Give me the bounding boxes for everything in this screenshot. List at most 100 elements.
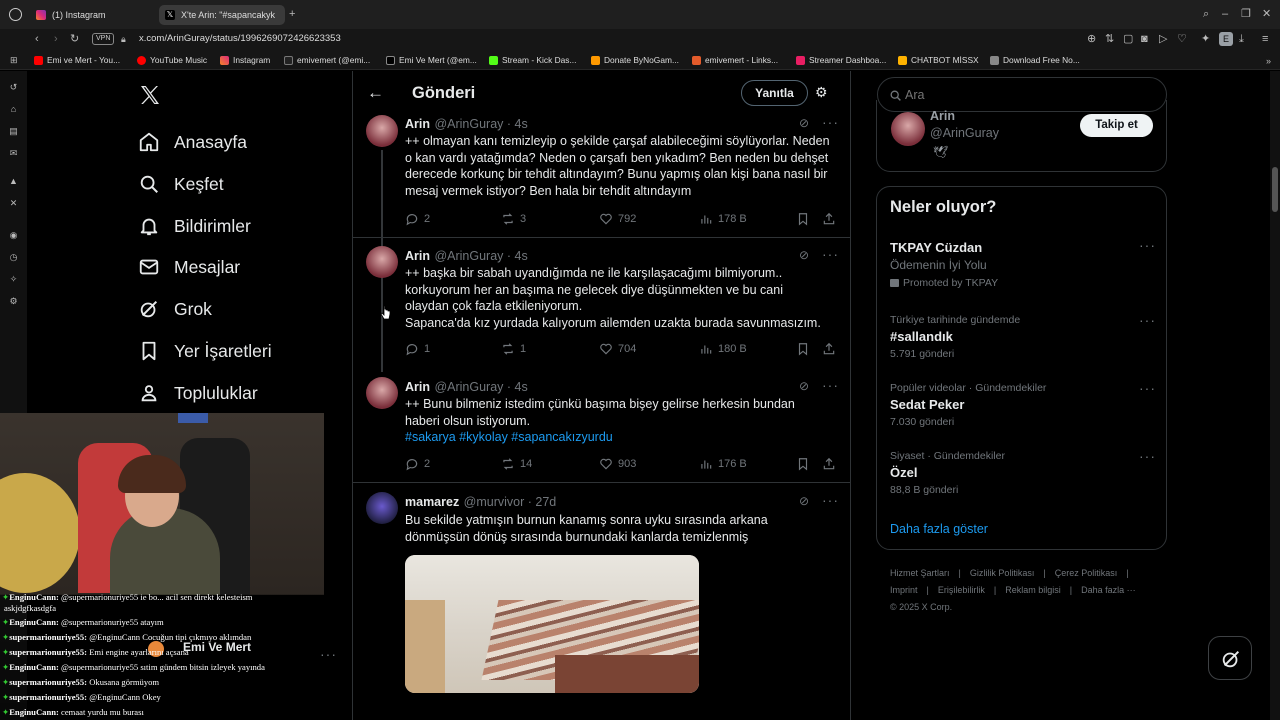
nav-communities[interactable]: Topluluklar — [138, 376, 258, 410]
grok-icon[interactable]: ⊘ — [799, 379, 809, 393]
maximize-icon[interactable]: ❐ — [1241, 8, 1251, 20]
reply-button[interactable]: Yanıtla — [741, 80, 808, 106]
browser-logo-icon[interactable] — [9, 8, 22, 21]
lock-icon[interactable]: 🔒︎ — [121, 33, 126, 45]
views-action[interactable]: 180 B — [699, 342, 747, 356]
footer-link[interactable]: Çerez Politikası — [1055, 568, 1118, 578]
grok-icon[interactable]: ⊘ — [799, 248, 809, 262]
nav-bookmarks[interactable]: Yer İşaretleri — [138, 334, 272, 368]
bookmark-item[interactable]: emivemert - Links... — [692, 53, 778, 67]
profile-name[interactable]: Arin — [930, 109, 955, 123]
bookmark-item[interactable]: Emi ve Mert - You... — [34, 53, 120, 67]
avatar[interactable] — [891, 112, 925, 146]
author-handle[interactable]: @ArinGuray · 4s — [434, 380, 527, 394]
back-icon[interactable]: ‹ — [35, 33, 39, 45]
bookmark-item[interactable]: CHATBOT MİSSX — [898, 53, 979, 67]
repost-action[interactable]: 3 — [501, 212, 526, 226]
share-action[interactable] — [822, 212, 836, 226]
puzzle-icon[interactable]: ✧ — [8, 274, 19, 285]
history-icon[interactable]: ↺ — [8, 82, 19, 93]
more-options-icon[interactable]: ··· — [1139, 237, 1156, 253]
x-logo-icon[interactable] — [138, 83, 162, 112]
bookmarks-icon[interactable]: ⊞ — [10, 54, 18, 66]
mail-icon[interactable]: ✉ — [8, 148, 19, 159]
x-app-icon[interactable]: ✕ — [8, 198, 19, 209]
tweet[interactable]: Arin @ArinGuray · 4s ⊘ ··· ++ olmayan ka… — [352, 114, 851, 238]
wallet-icon[interactable]: ▤ — [8, 126, 19, 137]
author-handle[interactable]: @murvivor · 27d — [464, 495, 557, 509]
footer-link[interactable]: Erişilebilirlik — [938, 585, 985, 595]
more-options-icon[interactable]: ··· — [320, 646, 337, 662]
profile-handle[interactable]: @ArinGuray — [930, 126, 999, 140]
nav-grok[interactable]: Grok — [138, 292, 212, 326]
avatar[interactable] — [366, 377, 398, 409]
heart-icon[interactable]: ♡ — [1177, 33, 1187, 45]
grok-icon[interactable]: ⊘ — [799, 116, 809, 130]
more-options-icon[interactable]: ··· — [822, 377, 839, 393]
bookmark-item[interactable]: Donate ByNoGam... — [591, 53, 679, 67]
trend-item[interactable]: Siyaset · Gündemdekiler Özel 88,8 B gönd… — [877, 443, 1166, 501]
more-options-icon[interactable]: ··· — [1139, 312, 1156, 328]
like-action[interactable]: 903 — [599, 457, 636, 471]
bookmark-item[interactable]: Download Free No... — [990, 53, 1080, 67]
menu-icon[interactable]: ≡ — [1262, 33, 1268, 45]
reply-action[interactable]: 1 — [405, 342, 430, 356]
views-action[interactable]: 176 B — [699, 457, 747, 471]
profile-avatar[interactable]: E — [1219, 32, 1233, 46]
nav-messages[interactable]: Mesajlar — [138, 250, 240, 284]
vpn-badge[interactable]: VPN — [92, 33, 115, 45]
trend-item[interactable]: TKPAY Cüzdan Ödemenin İyi Yolu Promoted … — [877, 235, 1166, 295]
follow-button[interactable]: Takip et — [1080, 114, 1153, 137]
tweet[interactable]: Arin @ArinGuray · 4s ⊘ ··· ++ başka bir … — [352, 238, 851, 369]
hashtags-link[interactable]: #sakarya #kykolay #sapancakızyurdu — [405, 429, 613, 446]
screenshot-icon[interactable]: ▢ — [1123, 33, 1133, 45]
author-handle[interactable]: @ArinGuray · 4s — [434, 249, 527, 263]
footer-link[interactable]: Reklam bilgisi — [1005, 585, 1061, 595]
author-name[interactable]: Arin — [405, 380, 430, 394]
avatar[interactable] — [366, 115, 398, 147]
trend-item[interactable]: Türkiye tarihinde gündemde #sallandık 5.… — [877, 307, 1166, 365]
views-action[interactable]: 178 B — [699, 212, 747, 226]
avatar[interactable] — [366, 492, 398, 524]
share-action[interactable] — [822, 342, 836, 356]
zoom-icon[interactable]: ⊕ — [1087, 33, 1096, 45]
download-icon[interactable]: ⤓ — [1239, 33, 1244, 45]
messenger-icon[interactable]: ◉ — [8, 230, 19, 241]
translate-icon[interactable]: ⇅ — [1105, 33, 1114, 45]
more-options-icon[interactable]: ··· — [822, 246, 839, 262]
bookmark-item[interactable]: emivemert (@emi... — [284, 53, 370, 67]
play-icon[interactable]: ▷ — [1159, 33, 1167, 45]
more-options-icon[interactable]: ··· — [1139, 448, 1156, 464]
reader-icon[interactable]: ⌂ — [8, 104, 19, 115]
bookmark-item[interactable]: Emi Ve Mert (@em... — [386, 53, 477, 67]
new-tab-icon[interactable]: + — [289, 8, 295, 20]
nav-explore[interactable]: Keşfet — [138, 167, 224, 201]
tweet-image[interactable] — [405, 555, 699, 693]
filter-icon[interactable]: ⚙ — [815, 84, 828, 101]
more-bookmarks-icon[interactable]: » — [1266, 55, 1271, 67]
bookmark-item[interactable]: YouTube Music — [137, 53, 207, 67]
reply-action[interactable]: 2 — [405, 212, 430, 226]
tweet[interactable]: Arin @ArinGuray · 4s ⊘ ··· ++ Bunu bilme… — [352, 369, 851, 483]
clock-icon[interactable]: ◷ — [8, 252, 19, 263]
nav-notifications[interactable]: Bildirimler — [138, 209, 251, 243]
footer-link[interactable]: Hizmet Şartları — [890, 568, 950, 578]
bookmark-item[interactable]: Instagram — [220, 53, 270, 67]
bookmark-item[interactable]: Streamer Dashboa... — [796, 53, 886, 67]
back-arrow-icon[interactable]: ← — [367, 83, 384, 103]
avatar[interactable] — [366, 246, 398, 278]
app-icon[interactable]: ▲ — [8, 176, 19, 187]
search-tabs-icon[interactable]: ⌕ — [1203, 8, 1209, 20]
tweet[interactable]: mamarez @murvivor · 27d ⊘ ··· Bu sekilde… — [352, 483, 851, 693]
footer-link[interactable]: Gizlilik Politikası — [970, 568, 1035, 578]
close-window-icon[interactable]: ✕ — [1262, 8, 1271, 20]
show-more-link[interactable]: Daha fazla göster — [890, 522, 988, 536]
bookmark-item[interactable]: Stream - Kick Das... — [489, 53, 576, 67]
like-action[interactable]: 704 — [599, 342, 636, 356]
scrollbar-thumb[interactable] — [1272, 167, 1278, 212]
more-options-icon[interactable]: ··· — [822, 114, 839, 130]
author-handle[interactable]: @ArinGuray · 4s — [434, 117, 527, 131]
author-name[interactable]: Arin — [405, 249, 430, 263]
camera-icon[interactable]: ◙ — [1141, 33, 1148, 45]
repost-action[interactable]: 14 — [501, 457, 532, 471]
